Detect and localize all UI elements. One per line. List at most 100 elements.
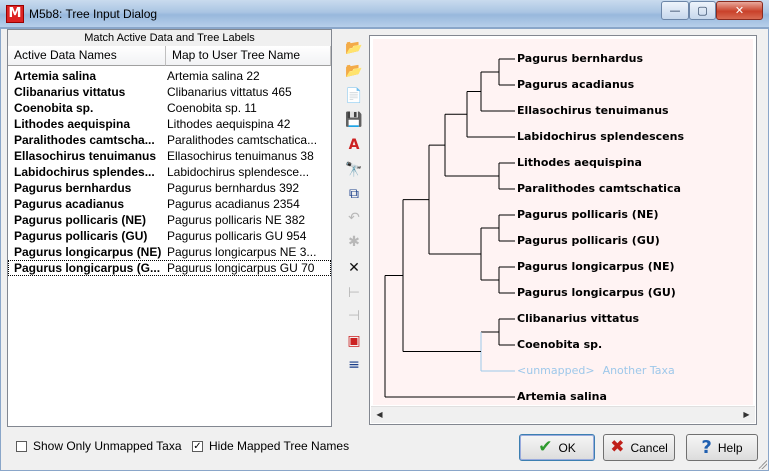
resize-grip-icon[interactable] (757, 459, 767, 469)
table-row[interactable]: Paralithodes camtscha... Paralithodes cam… (8, 132, 331, 148)
active-data-name: Pagurus longicarpus (G... (14, 261, 161, 275)
hide-mapped-checkbox[interactable]: ✓ Hide Mapped Tree Names (192, 439, 349, 453)
table-row[interactable]: Coenobita sp. Coenobita sp. 11 (8, 100, 331, 116)
delete-icon[interactable]: ✕ (341, 257, 367, 279)
active-data-name: Artemia salina (14, 69, 97, 83)
tree-leaf-unmapped[interactable]: <unmapped> Another Taxa (517, 364, 675, 377)
window-title: M5b8: Tree Input Dialog (29, 7, 158, 21)
tree-name-mapping[interactable]: Pagurus longicarpus NE 3... (167, 244, 327, 260)
checkbox-box[interactable]: ✓ (192, 440, 203, 452)
tree-name-mapping[interactable]: Ellasochirus tenuimanus 38 (167, 148, 327, 164)
scroll-left-arrow-icon[interactable]: ◀ (371, 407, 388, 423)
checkmark-icon: ✔ (538, 437, 553, 457)
cancel-x-icon: ✖ (610, 437, 625, 457)
help-question-icon: ? (701, 437, 712, 458)
active-data-name: Lithodes aequispina (14, 117, 131, 131)
checkbox-box[interactable] (16, 440, 27, 452)
tree-leaf-label[interactable]: Clibanarius vittatus (517, 312, 639, 325)
tree-name-mapping[interactable]: Lithodes aequispina 42 (167, 116, 327, 132)
tree-leaf-label[interactable]: Lithodes aequispina (517, 156, 642, 169)
tree-leaf-label[interactable]: Artemia salina (517, 390, 607, 403)
mapping-group-header: Match Active Data and Tree Labels (8, 30, 331, 46)
tree-leaf-label[interactable]: Coenobita sp. (517, 338, 602, 351)
table-row[interactable]: Labidochirus splendes... Labidochirus spl… (8, 164, 331, 180)
tree-name-mapping[interactable]: Coenobita sp. 11 (167, 100, 327, 116)
ok-label: OK (558, 440, 576, 455)
tree-name-mapping[interactable]: Clibanarius vittatus 465 (167, 84, 327, 100)
unmapped-tag: <unmapped> (517, 364, 595, 377)
mapping-table[interactable]: Match Active Data and Tree Labels Active… (7, 29, 332, 427)
auto-match-icon[interactable]: A (341, 134, 367, 156)
table-row[interactable]: Pagurus acadianus Pagurus acadianus 2354 (8, 196, 331, 212)
title-bar[interactable]: M M5b8: Tree Input Dialog — ▢ ✕ (0, 0, 769, 28)
table-row[interactable]: Pagurus bernhardus Pagurus bernhardus 392 (8, 180, 331, 196)
cancel-button[interactable]: ✖ Cancel (603, 434, 675, 461)
app-icon[interactable]: M (6, 5, 24, 23)
tree-leaf-label[interactable]: Pagurus acadianus (517, 78, 634, 91)
active-data-name: Ellasochirus tenuimanus (14, 149, 157, 163)
minimize-button[interactable]: — (661, 1, 689, 20)
tree-name-mapping[interactable]: Paralithodes camtschatica... (167, 132, 327, 148)
active-data-name: Pagurus pollicaris (GU) (14, 229, 148, 243)
maximize-button[interactable]: ▢ (689, 1, 716, 20)
tree-leaf-label[interactable]: Pagurus longicarpus (GU) (517, 286, 676, 299)
tree-name-mapping[interactable]: Pagurus pollicaris GU 954 (167, 228, 327, 244)
copy-icon[interactable]: ⧉ (341, 183, 367, 205)
horizontal-scrollbar[interactable]: ◀ ▶ (371, 406, 755, 423)
bug-icon[interactable]: ✱ (341, 231, 367, 253)
table-row[interactable]: Artemia salina Artemia salina 22 (8, 68, 331, 84)
column-header-map-to-tree[interactable]: Map to User Tree Name (166, 46, 331, 66)
active-data-name: Labidochirus splendes... (14, 165, 155, 179)
save-icon[interactable]: 💾 (341, 109, 367, 131)
find-icon[interactable]: 🔭 (341, 159, 367, 181)
table-row[interactable]: Ellasochirus tenuimanus Ellasochirus tenu… (8, 148, 331, 164)
tree-expand-icon[interactable]: ⊢ (341, 282, 367, 304)
tree-leaf-label[interactable]: Pagurus bernhardus (517, 52, 643, 65)
unmapped-taxa-name: Another Taxa (602, 364, 675, 377)
help-button[interactable]: ? Help (686, 434, 758, 461)
tree-leaf-label[interactable]: Paralithodes camtschatica (517, 182, 681, 195)
scroll-right-arrow-icon[interactable]: ▶ (738, 407, 755, 423)
tree-frame-icon[interactable]: ▣ (341, 330, 367, 352)
ok-button[interactable]: ✔ OK (519, 434, 595, 461)
tree-leaf-label[interactable]: Labidochirus splendescens (517, 130, 684, 143)
tree-collapse-icon[interactable]: ⊣ (341, 305, 367, 327)
tree-leaf-label[interactable]: Pagurus longicarpus (NE) (517, 260, 675, 273)
tree-name-mapping[interactable]: Pagurus acadianus 2354 (167, 196, 327, 212)
table-row[interactable]: Clibanarius vittatus Clibanarius vittatus… (8, 84, 331, 100)
tree-leaf-label[interactable]: Pagurus pollicaris (NE) (517, 208, 659, 221)
tree-name-mapping[interactable]: Pagurus pollicaris NE 382 (167, 212, 327, 228)
undo-icon[interactable]: ↶ (341, 207, 367, 229)
tree-name-mapping[interactable]: Artemia salina 22 (167, 68, 327, 84)
active-data-name: Coenobita sp. (14, 101, 94, 115)
sort-icon[interactable]: ≡ (341, 354, 367, 376)
tree-name-mapping[interactable]: Labidochirus splendesce... (167, 164, 327, 180)
table-row[interactable]: Lithodes aequispina Lithodes aequispina 4… (8, 116, 331, 132)
close-button[interactable]: ✕ (716, 1, 763, 20)
checkbox-label: Hide Mapped Tree Names (209, 439, 350, 453)
page-icon[interactable]: 📄 (341, 85, 367, 107)
active-data-name: Pagurus bernhardus (14, 181, 132, 195)
table-row[interactable]: Pagurus longicarpus (G... Pagurus longica… (8, 260, 331, 276)
checkbox-label: Show Only Unmapped Taxa (33, 439, 182, 453)
open-folder-icon[interactable]: 📂 (341, 37, 367, 59)
tree-leaf-label[interactable]: Ellasochirus tenuimanus (517, 104, 669, 117)
active-data-name: Pagurus pollicaris (NE) (14, 213, 147, 227)
active-data-name: Pagurus acadianus (14, 197, 125, 211)
table-row[interactable]: Pagurus pollicaris (NE) Pagurus pollicari… (8, 212, 331, 228)
tree-leaf-label[interactable]: Pagurus pollicaris (GU) (517, 234, 660, 247)
tree-name-mapping[interactable]: Pagurus bernhardus 392 (167, 180, 327, 196)
open-recent-folder-icon[interactable]: 📂 (341, 60, 367, 82)
mapping-rows: Artemia salina Artemia salina 22 Clibanari… (8, 68, 331, 276)
tree-panel[interactable]: Pagurus bernhardus Pagurus acadianus Ellas… (369, 35, 757, 425)
table-row[interactable]: Pagurus pollicaris (GU) Pagurus pollicari… (8, 228, 331, 244)
show-only-unmapped-checkbox[interactable]: Show Only Unmapped Taxa (16, 439, 182, 453)
help-label: Help (717, 440, 743, 455)
active-data-name: Clibanarius vittatus (14, 85, 126, 99)
tree-name-mapping[interactable]: Pagurus longicarpus GU 70 (167, 260, 327, 276)
cancel-label: Cancel (630, 440, 668, 455)
table-row[interactable]: Pagurus longicarpus (NE) Pagurus longicar… (8, 244, 331, 260)
active-data-name: Pagurus longicarpus (NE) (14, 245, 162, 259)
column-header-active-data[interactable]: Active Data Names (8, 46, 166, 66)
tree-canvas[interactable]: Pagurus bernhardus Pagurus acadianus Ellas… (373, 39, 753, 405)
